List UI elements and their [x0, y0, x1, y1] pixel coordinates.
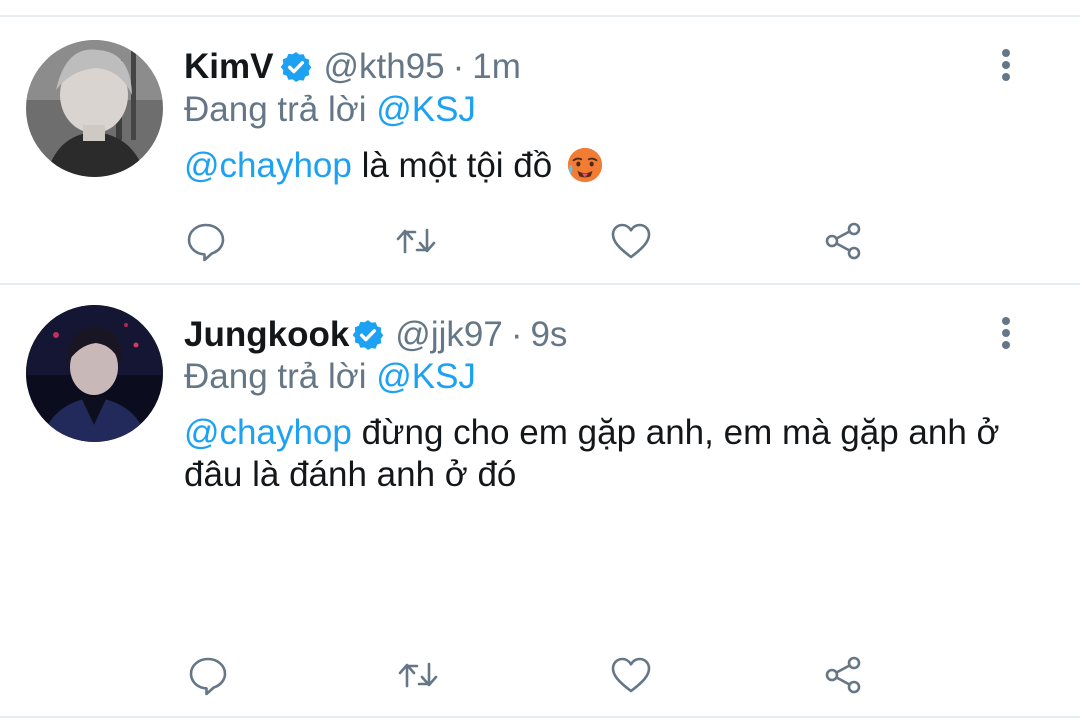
tweet-header: KimV @kth95 · 1m [184, 47, 521, 87]
tweet-header: Jungkook @jjk97 · 9s [184, 315, 567, 355]
tweet-actions [184, 219, 884, 263]
avatar[interactable] [26, 305, 163, 442]
more-vertical-icon[interactable] [996, 47, 1016, 87]
timestamp[interactable]: 1m [472, 47, 521, 87]
more-vertical-icon[interactable] [996, 315, 1016, 355]
body-text: là một tội đồ [351, 146, 553, 185]
separator: · [510, 315, 523, 354]
timeline: KimV @kth95 · 1m Đang trả lời @KSJ @chay… [0, 0, 1080, 721]
replying-to: Đang trả lời @KSJ [184, 357, 476, 397]
retweet-icon[interactable] [396, 653, 440, 697]
divider [0, 716, 1080, 718]
verified-badge-icon [279, 50, 313, 84]
separator: · [452, 47, 465, 86]
reply-icon[interactable] [184, 219, 228, 263]
replying-to: Đang trả lời @KSJ [184, 90, 476, 130]
avatar[interactable] [26, 40, 163, 177]
reply-to-mention[interactable]: @KSJ [376, 90, 476, 129]
replying-to-label: Đang trả lời [184, 357, 377, 396]
reply-icon[interactable] [186, 653, 230, 697]
retweet-icon[interactable] [394, 219, 438, 263]
tweet-jungkook[interactable]: Jungkook @jjk97 · 9s Đang trả lời @KSJ @… [0, 285, 1080, 715]
share-icon[interactable] [821, 219, 865, 263]
reply-to-mention[interactable]: @KSJ [376, 357, 476, 396]
body-mention[interactable]: @chayhop [184, 146, 352, 185]
handle[interactable]: @kth95 [323, 47, 444, 87]
handle[interactable]: @jjk97 [395, 315, 503, 355]
display-name[interactable]: KimV [184, 47, 273, 87]
avatar-image [26, 305, 163, 442]
like-icon[interactable] [609, 219, 653, 263]
avatar-image [26, 40, 163, 177]
tweet-text: @chayhop là một tội đồ [184, 145, 1044, 187]
share-icon[interactable] [821, 653, 865, 697]
tweet-kimv[interactable]: KimV @kth95 · 1m Đang trả lời @KSJ @chay… [0, 17, 1080, 283]
like-icon[interactable] [609, 653, 653, 697]
display-name[interactable]: Jungkook [184, 315, 349, 355]
verified-badge-icon [351, 318, 385, 352]
timestamp[interactable]: 9s [530, 315, 567, 355]
body-mention[interactable]: @chayhop [184, 413, 352, 452]
tweet-actions [184, 653, 884, 697]
replying-to-label: Đang trả lời [184, 90, 377, 129]
tweet-text: @chayhop đừng cho em gặp anh, em mà gặp … [184, 412, 1014, 496]
hot-face-emoji-icon [566, 146, 604, 184]
